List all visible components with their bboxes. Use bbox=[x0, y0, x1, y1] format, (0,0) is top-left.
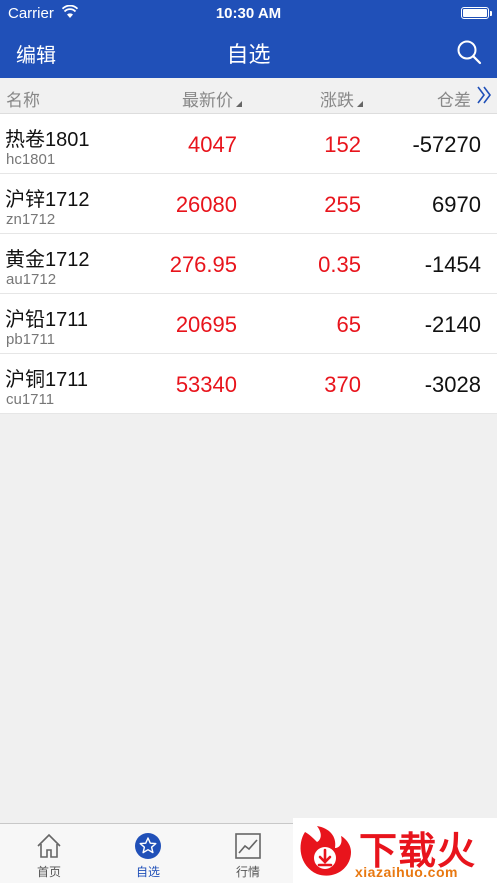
tab-home-label: 首页 bbox=[36, 865, 61, 879]
tab-home[interactable]: 首页 bbox=[14, 824, 84, 883]
list-item[interactable]: 沪锌1712 zn1712 26080 255 6970 bbox=[0, 174, 497, 234]
open-interest-change: -1454 bbox=[424, 252, 481, 277]
contract-code: zn1712 bbox=[6, 211, 56, 228]
tab-market[interactable]: 行情 bbox=[213, 824, 283, 883]
column-header: 名称 最新价 涨跌 仓差 bbox=[0, 78, 497, 114]
contract-name: 沪锌1712 bbox=[5, 189, 90, 211]
open-interest-change: -3028 bbox=[424, 372, 481, 397]
watchlist: 热卷1801 hc1801 4047 152 -57270 沪锌1712 zn1… bbox=[0, 114, 497, 414]
contract-name: 热卷1801 bbox=[5, 129, 90, 151]
price-change: 370 bbox=[324, 372, 361, 397]
tab-favorites-label: 自选 bbox=[135, 865, 160, 879]
watermark: 下载火 xiazaihuo.com bbox=[293, 818, 497, 883]
battery-icon bbox=[461, 7, 492, 19]
tab-market-label: 行情 bbox=[235, 865, 260, 879]
tab-favorites[interactable]: 自选 bbox=[113, 824, 183, 883]
list-item[interactable]: 沪铜1711 cu1711 53340 370 -3028 bbox=[0, 354, 497, 414]
last-price: 4047 bbox=[188, 132, 237, 157]
contract-code: pb1711 bbox=[6, 331, 55, 348]
contract-name: 沪铅1711 bbox=[5, 309, 89, 331]
list-item[interactable]: 沪铅1711 pb1711 20695 65 -2140 bbox=[0, 294, 497, 354]
open-interest-change: -57270 bbox=[412, 132, 481, 157]
contract-name: 黄金1712 bbox=[5, 249, 90, 271]
last-price: 53340 bbox=[175, 372, 237, 397]
last-price: 276.95 bbox=[169, 252, 237, 277]
contract-name: 沪铜1711 bbox=[5, 369, 89, 391]
contract-code: au1712 bbox=[6, 271, 57, 288]
contract-code: hc1801 bbox=[6, 151, 56, 168]
star-icon bbox=[135, 833, 161, 859]
column-open-interest[interactable]: 仓差 bbox=[437, 86, 471, 111]
last-price: 26080 bbox=[175, 192, 237, 217]
column-change-label: 涨跌 bbox=[320, 91, 354, 110]
last-price: 20695 bbox=[175, 312, 237, 337]
open-interest-change: 6970 bbox=[432, 192, 481, 217]
double-chevron-right-icon[interactable] bbox=[476, 85, 492, 105]
contract-code: cu1711 bbox=[6, 391, 55, 408]
column-price-label: 最新价 bbox=[182, 91, 233, 110]
status-bar: Carrier 10:30 AM bbox=[0, 0, 497, 26]
price-change: 152 bbox=[324, 132, 361, 157]
clock: 10:30 AM bbox=[215, 5, 282, 22]
chart-icon bbox=[235, 833, 261, 859]
page-title: 自选 bbox=[226, 42, 271, 67]
column-change[interactable]: 涨跌 bbox=[320, 86, 363, 111]
flame-logo-icon bbox=[300, 826, 351, 876]
price-change: 65 bbox=[336, 312, 361, 337]
list-item[interactable]: 热卷1801 hc1801 4047 152 -57270 bbox=[0, 114, 497, 174]
sort-icon bbox=[357, 101, 363, 107]
home-icon bbox=[37, 833, 61, 858]
price-change: 0.35 bbox=[318, 252, 361, 277]
column-price[interactable]: 最新价 bbox=[182, 86, 242, 111]
sort-icon bbox=[236, 101, 242, 107]
list-item[interactable]: 黄金1712 au1712 276.95 0.35 -1454 bbox=[0, 234, 497, 294]
open-interest-change: -2140 bbox=[424, 312, 481, 337]
nav-bar: 编辑 自选 bbox=[0, 26, 497, 78]
column-name: 名称 bbox=[6, 91, 40, 110]
search-icon[interactable] bbox=[456, 39, 482, 65]
watermark-url: xiazaihuo.com bbox=[355, 864, 458, 880]
price-change: 255 bbox=[324, 192, 361, 217]
